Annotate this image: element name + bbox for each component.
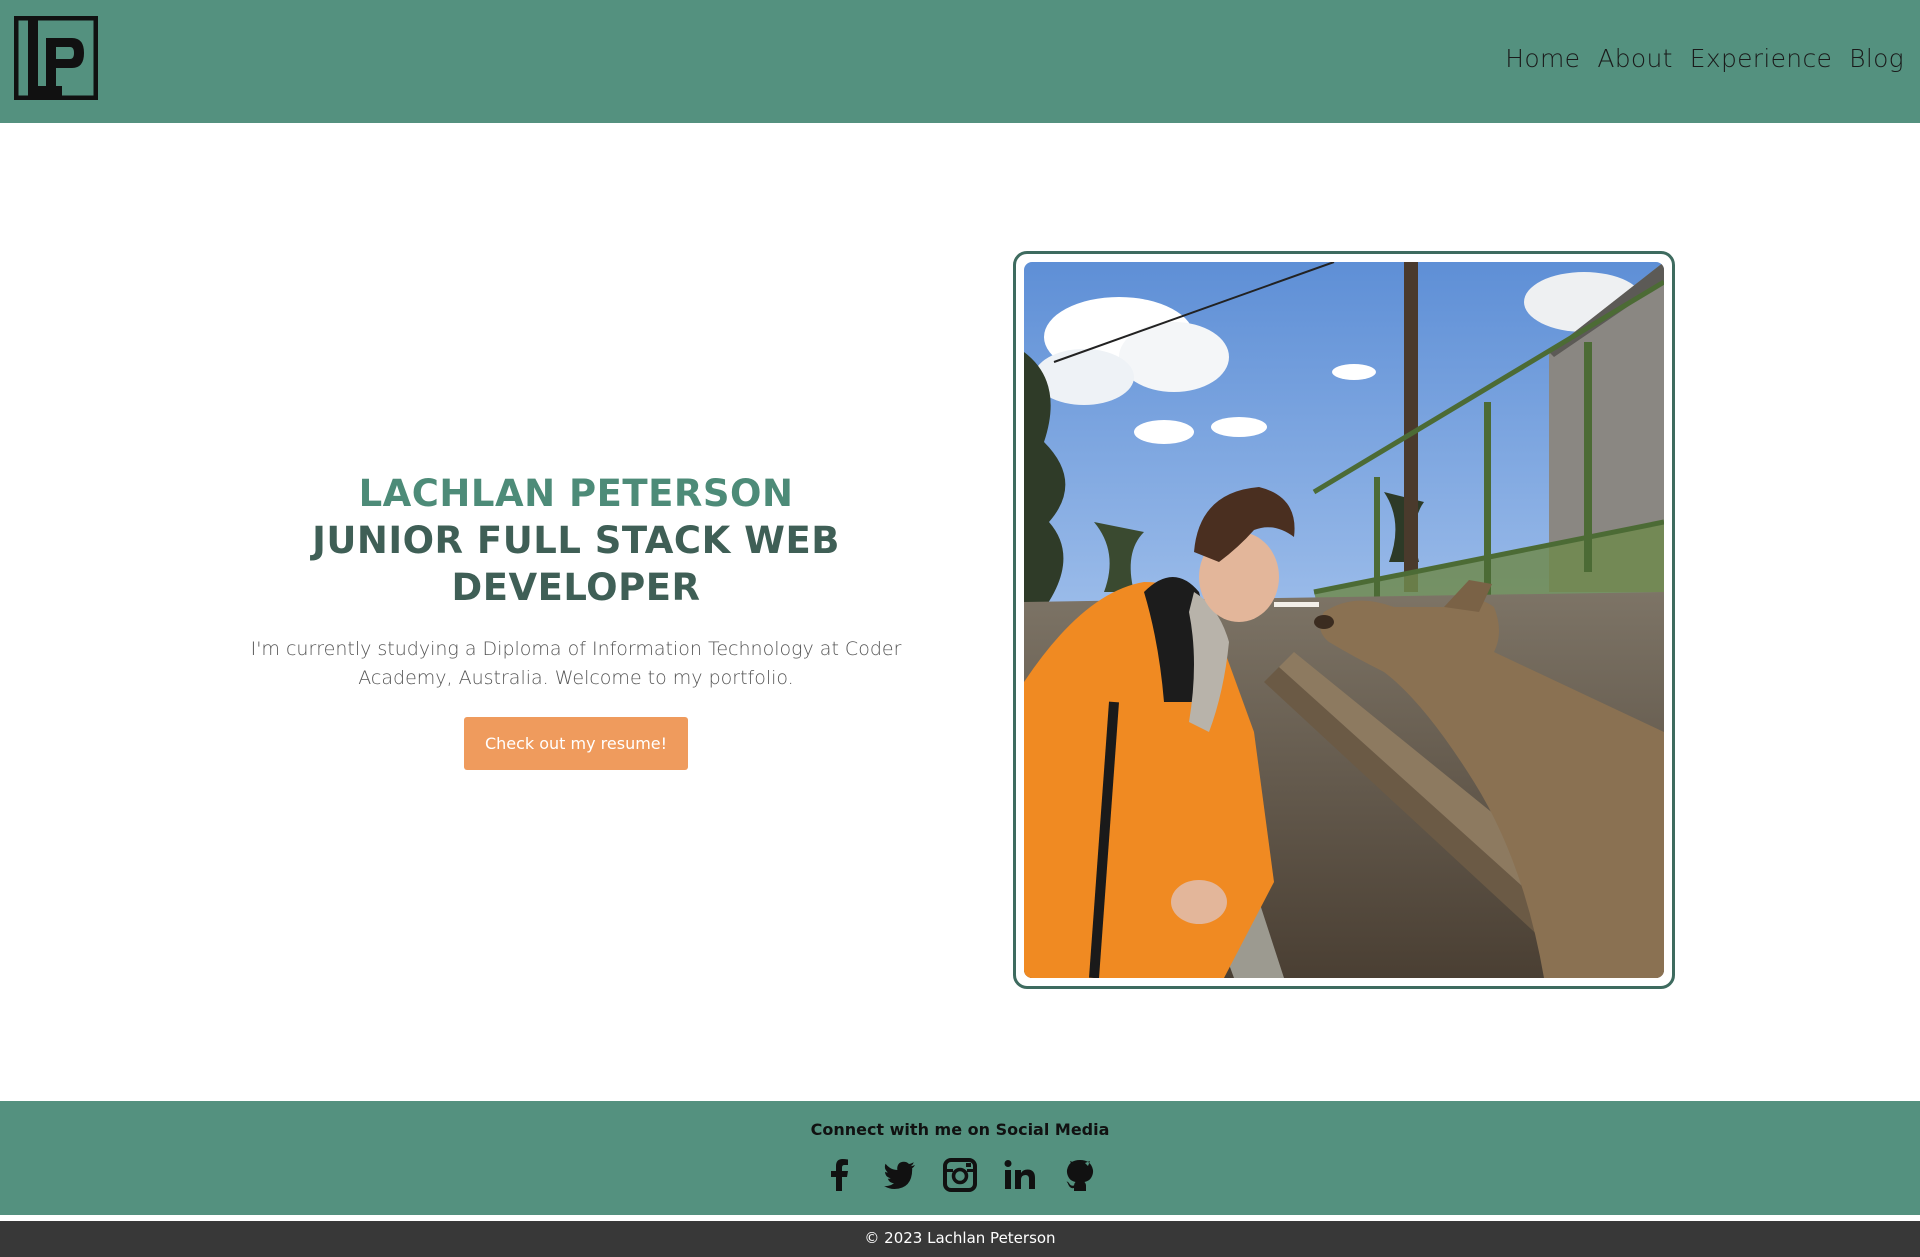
facebook-icon[interactable] <box>822 1157 858 1193</box>
linkedin-icon[interactable] <box>1002 1157 1038 1193</box>
instagram-icon[interactable] <box>942 1157 978 1193</box>
main-nav: Home About Experience Blog <box>1505 44 1904 73</box>
copyright-text: © 2023 Lachlan Peterson <box>864 1229 1056 1247</box>
social-footer: Connect with me on Social Media <box>0 1101 1920 1215</box>
hero-description: I'm currently studying a Diploma of Info… <box>250 638 902 689</box>
nav-experience-link[interactable]: Experience <box>1690 44 1832 73</box>
profile-photo <box>1024 262 1664 978</box>
lp-logo-icon[interactable] <box>13 15 99 101</box>
profile-photo-frame <box>1013 251 1675 989</box>
site-header: Home About Experience Blog <box>0 0 1920 123</box>
hero-name: LACHLAN PETERSON <box>358 472 794 515</box>
hero-role: JUNIOR FULL STACK WEB DEVELOPER <box>312 519 840 609</box>
copyright-bar: © 2023 Lachlan Peterson <box>0 1221 1920 1257</box>
resume-button[interactable]: Check out my resume! <box>464 717 688 770</box>
hero-section: LACHLAN PETERSON JUNIOR FULL STACK WEB D… <box>230 470 922 770</box>
nav-home-link[interactable]: Home <box>1505 44 1580 73</box>
twitter-icon[interactable] <box>882 1157 918 1193</box>
social-links <box>0 1157 1920 1193</box>
social-title: Connect with me on Social Media <box>810 1120 1110 1139</box>
nav-blog-link[interactable]: Blog <box>1849 44 1904 73</box>
github-icon[interactable] <box>1062 1157 1098 1193</box>
nav-about-link[interactable]: About <box>1597 44 1672 73</box>
